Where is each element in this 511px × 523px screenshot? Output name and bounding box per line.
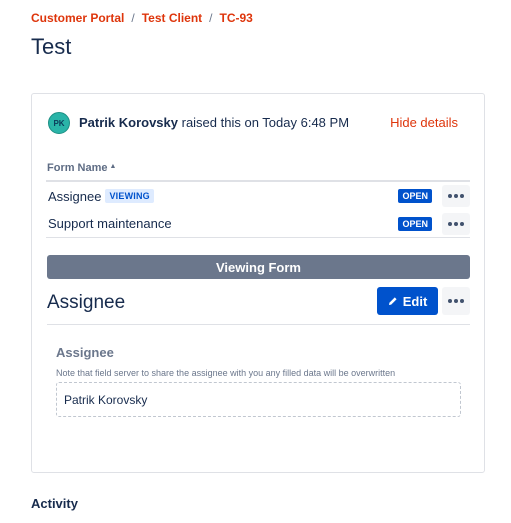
form-name-column-header[interactable]: Form Name ▲ bbox=[47, 162, 116, 174]
raised-text: raised this on Today 6:48 PM bbox=[178, 115, 350, 130]
field-label: Assignee bbox=[56, 345, 114, 360]
breadcrumb-separator: / bbox=[209, 11, 213, 25]
raised-by-line: Patrik Korovsky raised this on Today 6:4… bbox=[79, 115, 349, 130]
form-title-divider bbox=[47, 324, 470, 325]
form-name-header-label: Form Name bbox=[47, 162, 108, 174]
avatar: PK bbox=[48, 112, 70, 134]
pencil-icon bbox=[388, 297, 397, 305]
breadcrumb-test-client[interactable]: Test Client bbox=[142, 11, 202, 25]
edit-button-label: Edit bbox=[402, 293, 428, 309]
request-details-card: PK Patrik Korovsky raised this on Today … bbox=[31, 93, 485, 473]
breadcrumb: Customer Portal / Test Client / TC-93 bbox=[31, 11, 253, 25]
table-row[interactable]: Assignee VIEWING OPEN bbox=[46, 182, 470, 210]
reporter-name[interactable]: Patrik Korovsky bbox=[79, 115, 178, 130]
viewing-form-banner: Viewing Form bbox=[47, 255, 470, 279]
form-title: Assignee bbox=[47, 292, 126, 313]
hide-details-link[interactable]: Hide details bbox=[390, 115, 458, 130]
form-name: Assignee bbox=[48, 188, 102, 204]
status-badge: OPEN bbox=[398, 216, 432, 231]
more-icon-dot bbox=[460, 299, 464, 303]
edit-button[interactable]: Edit bbox=[377, 287, 438, 315]
more-icon-dot bbox=[454, 299, 458, 303]
more-icon-dot bbox=[454, 194, 458, 198]
breadcrumb-customer-portal[interactable]: Customer Portal bbox=[31, 11, 124, 25]
more-icon bbox=[448, 194, 452, 198]
more-icon bbox=[448, 299, 452, 303]
row-more-button[interactable] bbox=[442, 212, 470, 235]
form-name: Support maintenance bbox=[48, 216, 172, 231]
table-row[interactable]: Support maintenance OPEN bbox=[46, 210, 470, 238]
sort-ascending-icon: ▲ bbox=[109, 163, 117, 170]
row-more-button[interactable] bbox=[442, 185, 470, 207]
more-icon-dot bbox=[454, 221, 458, 226]
form-more-button[interactable] bbox=[442, 287, 470, 315]
breadcrumb-issue-key[interactable]: TC-93 bbox=[220, 11, 253, 25]
viewing-badge: VIEWING bbox=[105, 189, 154, 203]
activity-heading: Activity bbox=[31, 496, 78, 511]
breadcrumb-separator: / bbox=[131, 11, 135, 25]
more-icon-dot bbox=[460, 221, 464, 226]
more-icon bbox=[448, 221, 452, 226]
assignee-field: Patrik Korovsky bbox=[56, 382, 461, 417]
more-icon-dot bbox=[460, 194, 464, 198]
field-help-text: Note that field server to share the assi… bbox=[56, 368, 396, 378]
status-badge: OPEN bbox=[398, 189, 432, 203]
page-title: Test bbox=[31, 34, 72, 59]
